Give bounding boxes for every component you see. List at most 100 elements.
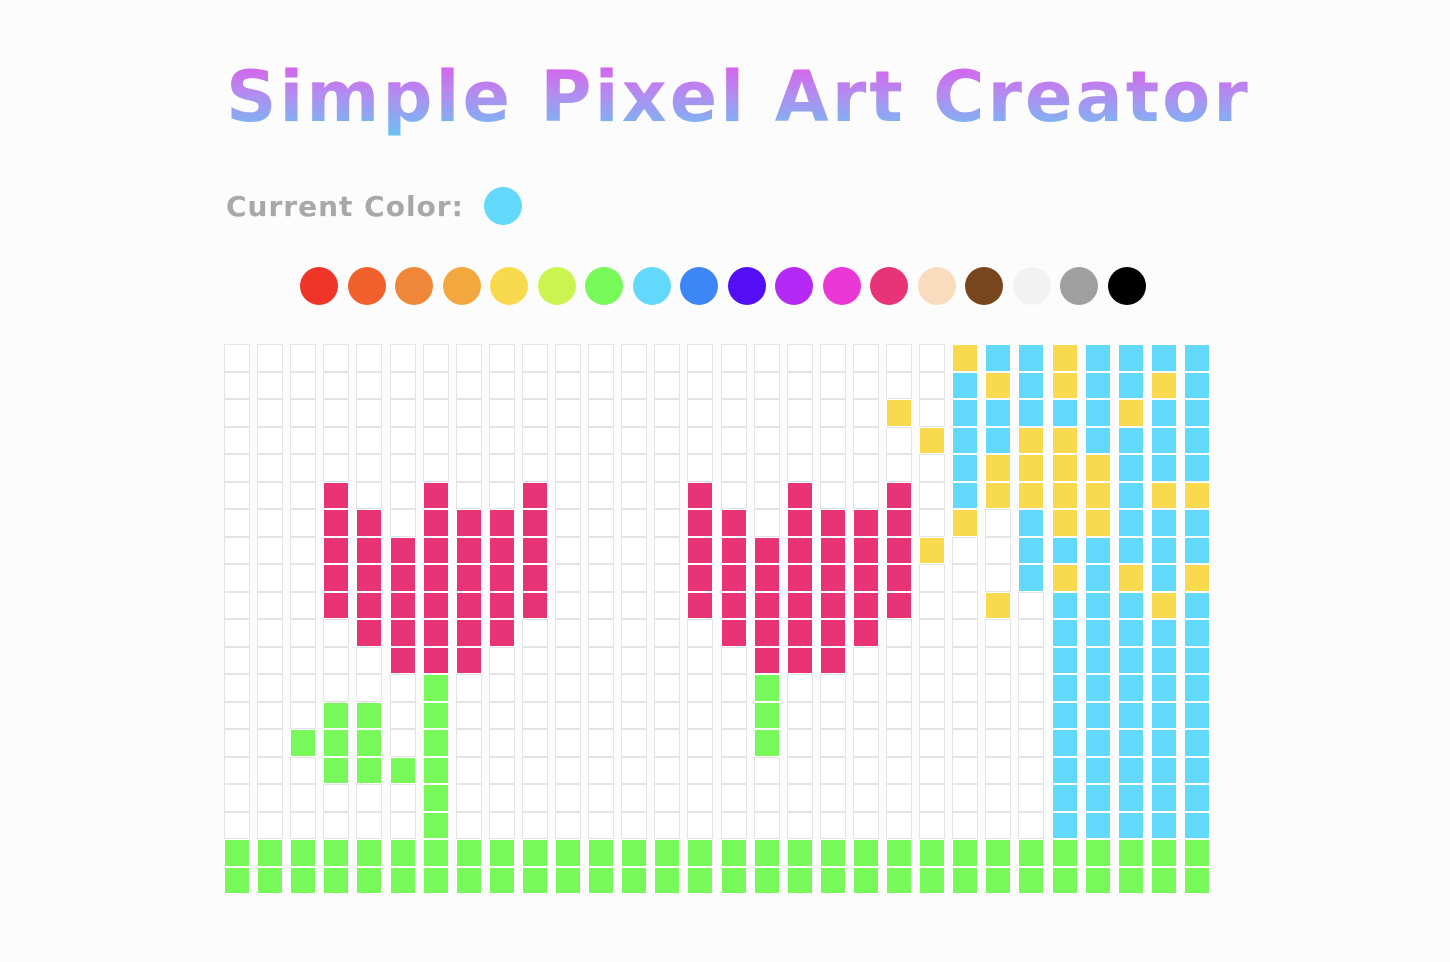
pixel-cell[interactable]	[521, 811, 548, 839]
pixel-cell[interactable]	[687, 701, 714, 729]
pixel-cell[interactable]	[521, 701, 548, 729]
pixel-cell[interactable]	[852, 646, 879, 674]
pixel-cell[interactable]	[422, 866, 449, 894]
pixel-cell[interactable]	[323, 564, 350, 592]
pixel-cell[interactable]	[753, 866, 780, 894]
pixel-cell[interactable]	[356, 701, 383, 729]
pixel-cell[interactable]	[290, 536, 317, 564]
pixel-cell[interactable]	[1117, 591, 1144, 619]
pixel-cell[interactable]	[753, 839, 780, 867]
pixel-cell[interactable]	[555, 509, 581, 537]
pixel-cell[interactable]	[1117, 674, 1144, 702]
pixel-cell[interactable]	[1018, 839, 1045, 867]
pixel-cell[interactable]	[1183, 399, 1210, 427]
pixel-cell[interactable]	[224, 591, 250, 619]
pixel-cell[interactable]	[687, 509, 714, 537]
pixel-cell[interactable]	[488, 426, 515, 454]
pixel-cell[interactable]	[819, 756, 846, 784]
pixel-cell[interactable]	[786, 564, 813, 592]
pixel-cell[interactable]	[1051, 426, 1078, 454]
pixel-cell[interactable]	[886, 426, 912, 454]
pixel-cell[interactable]	[521, 729, 548, 757]
pixel-cell[interactable]	[588, 756, 615, 784]
pixel-cell[interactable]	[919, 481, 946, 509]
pixel-cell[interactable]	[985, 591, 1012, 619]
pixel-cell[interactable]	[389, 399, 416, 427]
pixel-cell[interactable]	[1084, 564, 1111, 592]
pixel-cell[interactable]	[323, 756, 350, 784]
pixel-cell[interactable]	[654, 646, 681, 674]
pixel-cell[interactable]	[1150, 426, 1177, 454]
pixel-cell[interactable]	[654, 839, 681, 867]
pixel-cell[interactable]	[1051, 756, 1078, 784]
pixel-cell[interactable]	[488, 371, 515, 399]
pixel-cell[interactable]	[555, 701, 581, 729]
pixel-cell[interactable]	[720, 564, 747, 592]
pixel-cell[interactable]	[257, 399, 284, 427]
pixel-cell[interactable]	[886, 344, 912, 372]
pixel-cell[interactable]	[1117, 619, 1144, 647]
pixel-cell[interactable]	[852, 481, 879, 509]
pixel-cell[interactable]	[819, 564, 846, 592]
pixel-cell[interactable]	[257, 784, 284, 812]
pixel-cell[interactable]	[687, 481, 714, 509]
pixel-cell[interactable]	[819, 344, 846, 372]
palette-swatch-light-blue[interactable]	[632, 267, 671, 305]
pixel-cell[interactable]	[422, 811, 449, 839]
pixel-cell[interactable]	[455, 564, 482, 592]
pixel-cell[interactable]	[422, 481, 449, 509]
pixel-cell[interactable]	[1051, 344, 1078, 372]
pixel-cell[interactable]	[819, 509, 846, 537]
pixel-cell[interactable]	[919, 839, 946, 867]
pixel-cell[interactable]	[952, 619, 979, 647]
pixel-cell[interactable]	[488, 509, 515, 537]
pixel-cell[interactable]	[488, 866, 515, 894]
pixel-cell[interactable]	[1084, 371, 1111, 399]
pixel-cell[interactable]	[323, 371, 350, 399]
pixel-cell[interactable]	[389, 784, 416, 812]
pixel-cell[interactable]	[555, 784, 581, 812]
pixel-cell[interactable]	[257, 426, 284, 454]
pixel-cell[interactable]	[687, 811, 714, 839]
pixel-cell[interactable]	[555, 674, 581, 702]
pixel-cell[interactable]	[389, 756, 416, 784]
pixel-cell[interactable]	[323, 454, 350, 482]
pixel-cell[interactable]	[1150, 564, 1177, 592]
pixel-cell[interactable]	[1117, 646, 1144, 674]
palette-swatch-orange-red[interactable]	[347, 267, 386, 305]
pixel-cell[interactable]	[1150, 674, 1177, 702]
pixel-cell[interactable]	[389, 426, 416, 454]
pixel-cell[interactable]	[886, 756, 912, 784]
pixel-cell[interactable]	[588, 811, 615, 839]
pixel-cell[interactable]	[224, 756, 250, 784]
pixel-cell[interactable]	[455, 674, 482, 702]
pixel-cell[interactable]	[1117, 344, 1144, 372]
pixel-cell[interactable]	[290, 564, 317, 592]
pixel-cell[interactable]	[455, 344, 482, 372]
pixel-cell[interactable]	[488, 674, 515, 702]
pixel-cell[interactable]	[786, 454, 813, 482]
pixel-cell[interactable]	[555, 481, 581, 509]
pixel-cell[interactable]	[389, 564, 416, 592]
pixel-cell[interactable]	[919, 674, 946, 702]
pixel-cell[interactable]	[952, 426, 979, 454]
pixel-cell[interactable]	[257, 344, 284, 372]
pixel-cell[interactable]	[852, 619, 879, 647]
pixel-cell[interactable]	[985, 839, 1012, 867]
pixel-cell[interactable]	[621, 509, 648, 537]
pixel-cell[interactable]	[852, 454, 879, 482]
pixel-cell[interactable]	[753, 729, 780, 757]
pixel-cell[interactable]	[555, 619, 581, 647]
pixel-cell[interactable]	[687, 646, 714, 674]
pixel-cell[interactable]	[1084, 839, 1111, 867]
pixel-cell[interactable]	[753, 701, 780, 729]
pixel-cell[interactable]	[1150, 481, 1177, 509]
pixel-cell[interactable]	[919, 509, 946, 537]
pixel-cell[interactable]	[952, 674, 979, 702]
pixel-cell[interactable]	[488, 811, 515, 839]
pixel-cell[interactable]	[786, 619, 813, 647]
pixel-cell[interactable]	[1117, 729, 1144, 757]
pixel-cell[interactable]	[323, 481, 350, 509]
pixel-cell[interactable]	[488, 344, 515, 372]
pixel-cell[interactable]	[952, 811, 979, 839]
